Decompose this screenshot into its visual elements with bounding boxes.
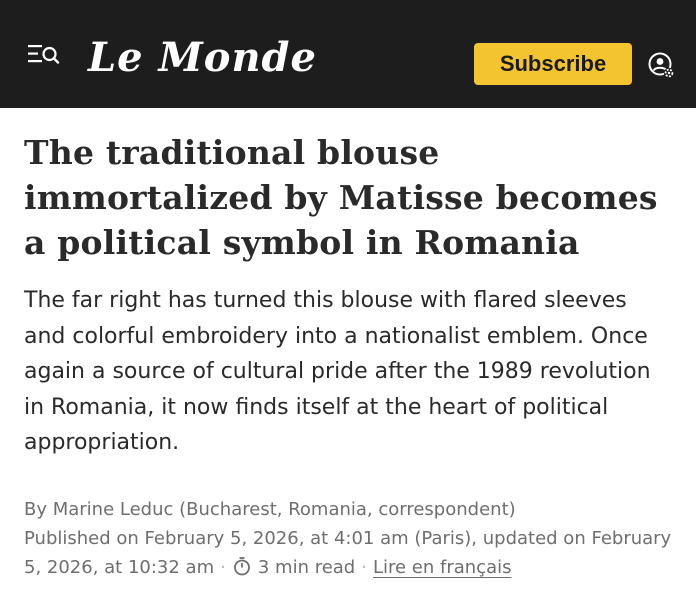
timer-icon: [232, 556, 252, 576]
separator-dot: ·: [220, 556, 226, 578]
account-settings-icon[interactable]: [648, 52, 676, 80]
subscribe-button[interactable]: Subscribe: [474, 43, 632, 85]
publication-info: Published on February 5, 2026, at 4:01 a…: [24, 524, 672, 582]
top-navigation-bar: Le Monde Subscribe: [0, 0, 696, 108]
menu-search-icon[interactable]: [28, 43, 60, 65]
article-byline: By Marine Leduc (Bucharest, Romania, cor…: [24, 498, 516, 520]
article-title: The traditional blouse immortalized by M…: [24, 133, 658, 262]
article-meta: By Marine Leduc (Bucharest, Romania, cor…: [24, 495, 672, 582]
article-deck: The far right has turned this blouse wit…: [24, 288, 651, 455]
read-in-french-link[interactable]: Lire en français: [373, 557, 512, 578]
separator-dot: ·: [361, 556, 367, 578]
read-time: 3 min read: [257, 556, 356, 578]
article-header: The traditional blouse immortalized by M…: [0, 130, 696, 582]
le-monde-logo[interactable]: Le Monde: [88, 38, 317, 78]
